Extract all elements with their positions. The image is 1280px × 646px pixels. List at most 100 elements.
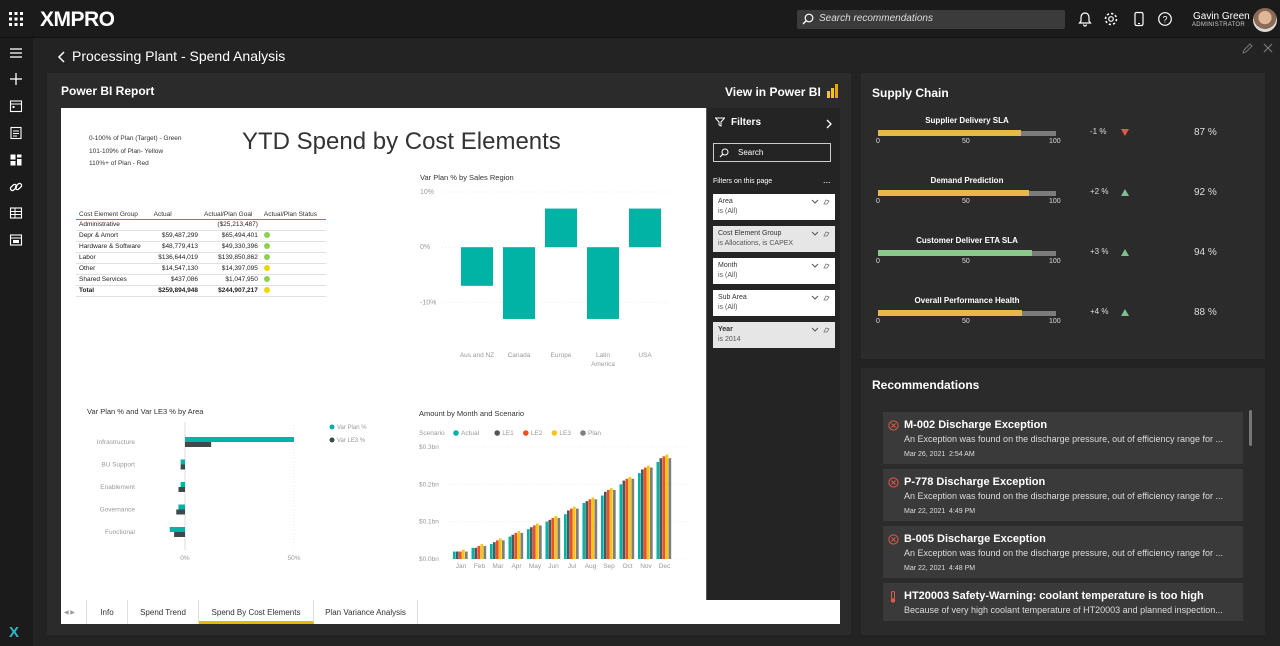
link-icon[interactable] — [9, 180, 23, 194]
bar[interactable] — [530, 527, 533, 559]
bar[interactable] — [185, 442, 212, 447]
bar[interactable] — [471, 547, 475, 559]
bell-icon[interactable] — [1077, 11, 1093, 27]
bar[interactable] — [474, 547, 478, 559]
more-options-icon[interactable]: ... — [823, 175, 831, 185]
app-grid-icon[interactable] — [9, 12, 23, 26]
bar[interactable] — [453, 551, 456, 559]
bar[interactable] — [517, 531, 521, 559]
bar[interactable] — [185, 437, 294, 442]
table-row[interactable]: Hardware & Software $48,779,413 $49,330,39… — [76, 241, 326, 253]
bar[interactable] — [456, 551, 459, 559]
supply-chain-row[interactable]: Demand Prediction 0 50 100 +2 % 92 % — [872, 176, 1252, 216]
gear-icon[interactable] — [1103, 11, 1119, 27]
bar[interactable] — [536, 523, 539, 559]
bar[interactable] — [459, 551, 462, 559]
bar[interactable] — [573, 506, 576, 559]
bar[interactable] — [641, 469, 644, 559]
filter-card[interactable]: Month is (All) — [713, 258, 835, 284]
hamburger-menu-icon[interactable] — [9, 46, 23, 60]
bar[interactable] — [582, 503, 586, 559]
filter-card[interactable]: Area is (All) — [713, 194, 835, 220]
bar[interactable] — [668, 458, 672, 559]
bar[interactable] — [567, 510, 570, 559]
avatar[interactable] — [1253, 8, 1277, 32]
table-row[interactable]: Labor $136,644,019 $139,850,862 — [76, 252, 326, 264]
table-icon[interactable] — [9, 206, 23, 220]
bar[interactable] — [585, 501, 589, 559]
bar[interactable] — [647, 465, 650, 559]
xmpro-logo[interactable]: XMPRO — [40, 8, 115, 32]
bar[interactable] — [503, 247, 535, 319]
bar[interactable] — [533, 525, 536, 559]
bar[interactable] — [570, 508, 573, 559]
tab-plan-variance-analysis[interactable]: Plan Variance Analysis — [314, 600, 418, 624]
filter-card[interactable]: Cost Element Group is Allocations, is CAP… — [713, 226, 835, 252]
bar[interactable] — [180, 459, 185, 465]
plus-icon[interactable] — [9, 72, 23, 86]
bar[interactable] — [169, 527, 185, 532]
user-name[interactable]: Gavin Green — [1193, 11, 1250, 22]
chevron-down-icon[interactable] — [811, 326, 831, 334]
bar[interactable] — [631, 478, 635, 559]
bar[interactable] — [551, 517, 555, 559]
bar[interactable] — [622, 480, 626, 559]
chevron-down-icon[interactable] — [811, 230, 831, 238]
bar[interactable] — [594, 499, 598, 559]
bar[interactable] — [601, 495, 604, 559]
bar[interactable] — [520, 532, 524, 559]
bar[interactable] — [174, 532, 185, 537]
filter-card[interactable]: Sub Area is (All) — [713, 290, 835, 316]
tab-info[interactable]: Info — [87, 600, 128, 624]
filter-card[interactable]: Year is 2014 — [713, 322, 835, 348]
bar[interactable] — [461, 247, 493, 286]
table-row[interactable]: Other $14,547,130 $14,397,095 — [76, 263, 326, 275]
bar[interactable] — [490, 544, 493, 559]
bar[interactable] — [576, 508, 579, 559]
bar[interactable] — [496, 540, 499, 559]
table-row[interactable]: Total $259,894,948 $244,907,217 — [76, 284, 326, 297]
bar[interactable] — [548, 519, 552, 559]
bar[interactable] — [650, 467, 653, 559]
bar[interactable] — [662, 456, 666, 559]
bar[interactable] — [539, 525, 542, 559]
supply-chain-row[interactable]: Supplier Delivery SLA 0 50 100 -1 % 87 % — [872, 116, 1252, 156]
recommendation-card[interactable]: P-778 Discharge Exception An Exception wa… — [883, 469, 1243, 521]
chevron-down-icon[interactable] — [811, 198, 831, 206]
table-row[interactable]: Administrative ($25,213,487) — [76, 219, 326, 231]
bar[interactable] — [628, 476, 632, 559]
bar[interactable] — [557, 517, 561, 559]
bar[interactable] — [527, 529, 530, 559]
xmpro-x-logo[interactable]: X — [9, 624, 19, 641]
bar[interactable] — [625, 478, 629, 559]
bar[interactable] — [493, 542, 496, 559]
bar[interactable] — [176, 509, 185, 515]
bar[interactable] — [178, 487, 185, 492]
bar[interactable] — [591, 497, 595, 559]
table-header[interactable]: Actual/Plan Status — [260, 209, 326, 220]
bar[interactable] — [629, 208, 661, 248]
pencil-icon[interactable] — [1241, 43, 1253, 55]
table-header[interactable]: Actual — [150, 209, 201, 220]
dashboard-icon[interactable] — [9, 153, 23, 167]
bar[interactable] — [665, 454, 669, 559]
supply-chain-row[interactable]: Customer Deliver ETA SLA 0 50 100 +3 % 94 % — [872, 236, 1252, 276]
bar[interactable] — [465, 551, 468, 559]
mobile-icon[interactable] — [1131, 11, 1147, 27]
calendar-icon[interactable] — [9, 99, 23, 113]
recommendation-card[interactable]: B-005 Discharge Exception An Exception wa… — [883, 526, 1243, 578]
bar[interactable] — [613, 489, 616, 559]
table-row[interactable]: Depr & Amort $59,487,299 $65,494,401 — [76, 230, 326, 242]
bar[interactable] — [480, 544, 484, 559]
table-row[interactable]: Shared Services $437,086 $1,047,950 — [76, 274, 326, 286]
bar[interactable] — [564, 514, 567, 559]
bar[interactable] — [644, 467, 647, 559]
power-bi-icon[interactable] — [826, 84, 839, 98]
bar[interactable] — [477, 545, 481, 559]
tab-spend-trend[interactable]: Spend Trend — [128, 600, 199, 624]
tab-scroll-arrows[interactable]: ◀ ▶ — [61, 600, 87, 624]
bar[interactable] — [587, 247, 619, 319]
bar[interactable] — [178, 504, 185, 510]
table-header[interactable]: Cost Element Group — [76, 209, 151, 220]
bar[interactable] — [502, 540, 505, 559]
